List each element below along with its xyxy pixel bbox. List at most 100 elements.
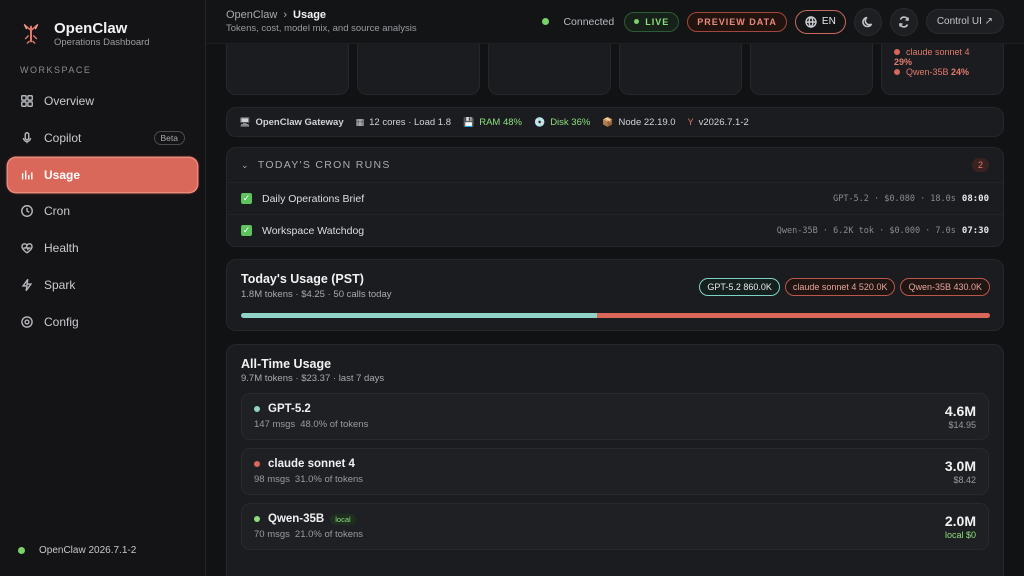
refresh-icon xyxy=(899,15,909,28)
sidebar-item-config[interactable]: Config xyxy=(8,305,197,339)
main: OpenClaw › Usage Tokens, cost, model mix, … xyxy=(206,0,1024,576)
app-name: OpenClaw xyxy=(54,19,128,37)
gateway-label: OpenClaw Gateway xyxy=(255,116,344,128)
theme-toggle-button[interactable] xyxy=(853,7,882,36)
model-usage-row[interactable]: claude sonnet 4 98 msgs 31.0% of tokens 3… xyxy=(241,448,989,495)
brand[interactable]: OpenClaw Operations Dashboard xyxy=(0,0,205,50)
model-msgs: 147 msgs xyxy=(254,419,296,430)
version-label: v2026.7.1-2 xyxy=(698,116,749,128)
model-mix-card: claude sonnet 4 29% Qwen-35B 24% xyxy=(881,44,1004,95)
stat-card xyxy=(226,44,349,95)
cpu-icon: ▦ xyxy=(355,116,365,127)
cron-panel-header[interactable]: ⌄ TODAY'S CRON RUNS 2 xyxy=(227,148,1003,182)
legend-dot xyxy=(894,69,900,75)
live-dot xyxy=(634,19,640,24)
model-name: claude sonnet 4 xyxy=(268,458,355,470)
model-msgs: 98 msgs xyxy=(254,474,290,485)
node-item: 📦 Node 22.19.0 xyxy=(602,117,675,128)
memory-icon: 💾 xyxy=(462,116,475,127)
usage-bar-segment xyxy=(596,313,813,318)
cron-run-meta: Qwen-35B · 6.2K tok · $0.000 · 7.0s xyxy=(776,225,956,236)
sidebar-footer: OpenClaw 2026.7.1-2 xyxy=(18,545,136,556)
cron-run-name: Daily Operations Brief xyxy=(262,192,365,205)
sidebar-item-label: Usage xyxy=(44,167,81,182)
version-item: Yv2026.7.1-2 xyxy=(688,117,749,128)
mix-legend-item: Qwen-35B 24% xyxy=(894,67,1003,77)
usage-bar-segment xyxy=(241,313,597,318)
language-button[interactable]: EN xyxy=(794,9,846,34)
model-dot xyxy=(254,516,260,522)
live-badge: LIVE xyxy=(624,11,680,32)
usage-distribution-bar xyxy=(241,313,990,318)
local-tag: local xyxy=(330,513,356,525)
sidebar-item-copilot[interactable]: Copilot Beta xyxy=(8,121,197,155)
clock-icon xyxy=(21,205,33,218)
cron-runs-panel: ⌄ TODAY'S CRON RUNS 2 ✓ Daily Operations… xyxy=(226,147,1004,247)
legend-dot xyxy=(894,49,900,55)
live-label: LIVE xyxy=(645,16,670,27)
model-dot xyxy=(254,406,260,412)
cpu-item: ▦ 12 cores · Load 1.8 xyxy=(356,117,451,128)
model-tokens: 4.6M xyxy=(944,403,976,419)
legend-pct: 24% xyxy=(951,67,970,77)
model-tokens: 3.0M xyxy=(944,458,976,474)
monitor-icon: 🖥 xyxy=(239,116,251,127)
cron-count-badge: 2 xyxy=(971,158,989,172)
mix-legend-pct: 29% xyxy=(894,57,1003,67)
refresh-button[interactable] xyxy=(889,7,918,36)
sidebar-item-label: Spark xyxy=(44,277,76,292)
status-dot xyxy=(542,18,550,25)
workspace-label: WORKSPACE xyxy=(20,65,92,75)
model-usage-row[interactable]: GPT-5.2 147 msgs 48.0% of tokens 4.6M $14… xyxy=(241,393,989,440)
legend-name: claude sonnet 4 xyxy=(906,47,970,57)
page-title: Usage xyxy=(293,9,327,21)
grid-icon xyxy=(21,95,33,107)
model-chip[interactable]: claude sonnet 4 520.0K xyxy=(784,278,896,296)
model-share: 21.0% of tokens xyxy=(294,529,364,540)
model-name: GPT-5.2 xyxy=(268,403,311,415)
disk-item: 💿 Disk 36% xyxy=(534,117,590,128)
model-chip[interactable]: Qwen-35B 430.0K xyxy=(900,278,990,296)
beta-badge: Beta xyxy=(153,130,185,145)
globe-icon xyxy=(805,15,817,28)
moon-icon xyxy=(862,16,873,27)
model-usage-row[interactable]: Qwen-35B local 70 msgs 21.0% of tokens 2.0… xyxy=(241,503,989,550)
sidebar-nav: Overview Copilot Beta Usage Cron Health xyxy=(0,84,205,339)
cpu-label: 12 cores · Load 1.8 xyxy=(369,116,451,128)
model-share: 31.0% of tokens xyxy=(294,474,364,485)
model-chip[interactable]: GPT-5.2 860.0K xyxy=(699,278,780,296)
sidebar-item-health[interactable]: Health xyxy=(8,231,197,265)
stat-card xyxy=(488,44,611,95)
cron-run-time: 08:00 xyxy=(961,193,989,204)
settings-icon xyxy=(21,316,33,328)
all-time-usage-panel: All-Time Usage 9.7M tokens · $23.37 · la… xyxy=(226,344,1004,576)
cron-run-meta: GPT-5.2 · $0.080 · 18.0s xyxy=(833,193,956,204)
model-name: Qwen-35B xyxy=(268,513,325,525)
stat-card xyxy=(619,44,742,95)
sidebar: OpenClaw Operations Dashboard WORKSPACE … xyxy=(0,0,206,576)
stat-cards: claude sonnet 4 29% Qwen-35B 24% xyxy=(226,44,1004,95)
control-ui-button[interactable]: Control UI ↗ xyxy=(925,9,1004,34)
cron-run-time: 07:30 xyxy=(961,225,989,236)
sidebar-item-label: Copilot xyxy=(44,130,82,145)
connection-label: Connected xyxy=(563,15,615,28)
breadcrumb: OpenClaw › Usage Tokens, cost, model mix, … xyxy=(226,9,542,34)
top-actions: Connected LIVE PREVIEW DATA EN Control U… xyxy=(542,7,1004,36)
sidebar-item-overview[interactable]: Overview xyxy=(8,84,197,118)
content: claude sonnet 4 29% Qwen-35B 24% 🖥 OpenCl… xyxy=(206,44,1024,576)
language-label: EN xyxy=(821,16,836,27)
disk-icon: 💿 xyxy=(533,116,546,127)
preview-data-badge[interactable]: PREVIEW DATA xyxy=(687,11,787,32)
cron-run-row[interactable]: ✓ Daily Operations Brief GPT-5.2 · $0.08… xyxy=(227,182,1003,214)
sidebar-item-label: Overview xyxy=(44,94,95,108)
cron-run-row[interactable]: ✓ Workspace Watchdog Qwen-35B · 6.2K tok… xyxy=(227,214,1003,246)
gateway-item: 🖥 OpenClaw Gateway xyxy=(239,117,344,128)
sidebar-item-usage[interactable]: Usage xyxy=(8,157,197,192)
node-label: Node 22.19.0 xyxy=(618,116,676,128)
sidebar-item-label: Cron xyxy=(44,204,71,219)
breadcrumb-root[interactable]: OpenClaw xyxy=(226,9,277,21)
todays-usage-panel: Today's Usage (PST) 1.8M tokens · $4.25 … xyxy=(226,259,1004,331)
sidebar-item-cron[interactable]: Cron xyxy=(8,194,197,228)
model-cost: $14.95 xyxy=(948,420,976,430)
sidebar-item-spark[interactable]: Spark xyxy=(8,268,197,302)
